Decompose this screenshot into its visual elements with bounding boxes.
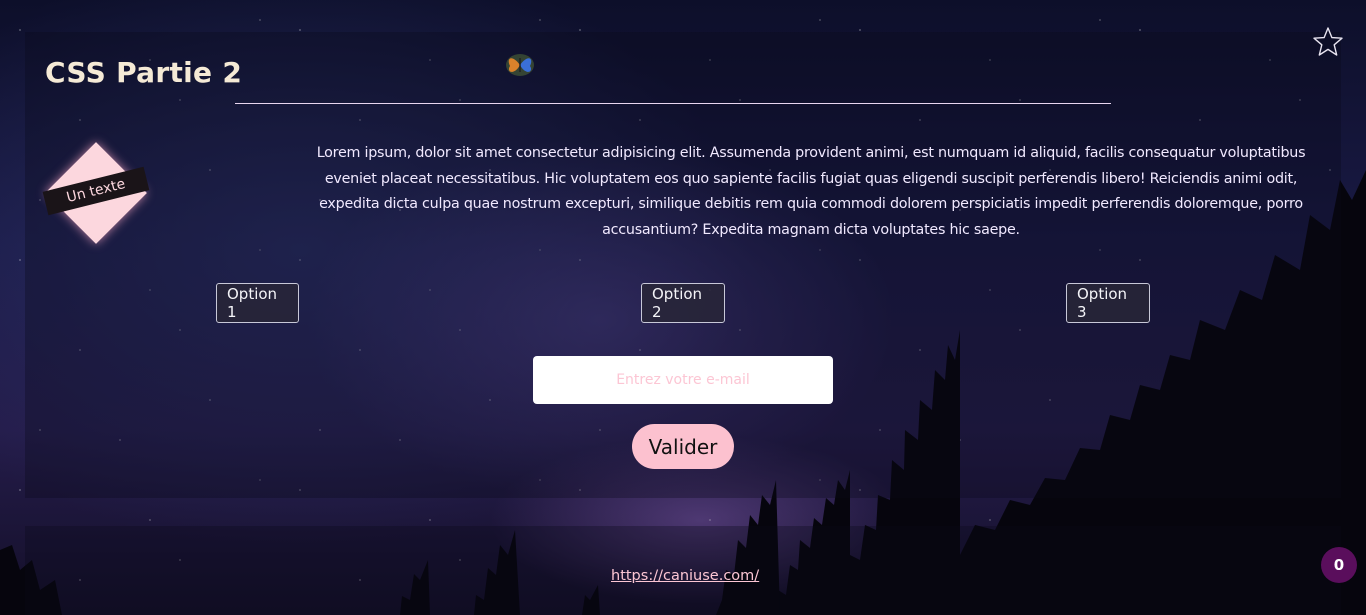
diamond-badge: Un texte — [42, 142, 150, 244]
intro-paragraph: Lorem ipsum, dolor sit amet consectetur … — [316, 145, 1306, 239]
butterfly-icon — [506, 54, 534, 76]
option-1-button[interactable]: Option 1 — [216, 283, 299, 323]
email-input[interactable] — [533, 356, 833, 404]
submit-button[interactable]: Valider — [632, 424, 734, 469]
page-title: CSS Partie 2 — [45, 56, 243, 89]
counter-badge[interactable]: 0 — [1321, 547, 1357, 583]
option-2-button[interactable]: Option 2 — [641, 283, 725, 323]
caniuse-link[interactable]: https://caniuse.com/ — [611, 568, 759, 584]
title-divider — [235, 103, 1111, 104]
star-icon[interactable] — [1312, 26, 1344, 58]
option-3-button[interactable]: Option 3 — [1066, 283, 1150, 323]
